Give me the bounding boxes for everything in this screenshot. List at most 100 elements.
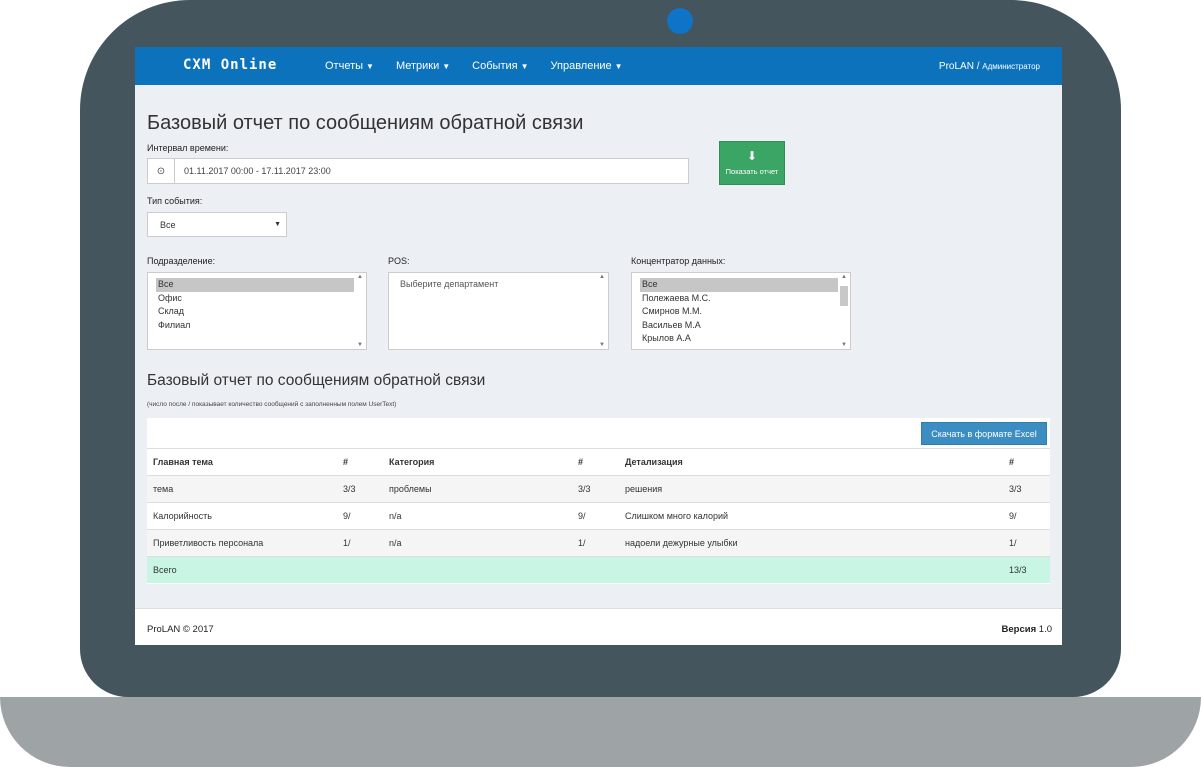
- laptop-base: [0, 697, 1201, 767]
- table-cell: [337, 556, 383, 583]
- table-cell: 1/: [337, 529, 383, 557]
- table-cell: [383, 556, 572, 583]
- chevron-down-icon: ▼: [274, 221, 281, 228]
- total-label: Всего: [147, 556, 337, 583]
- col-header-count[interactable]: #: [1003, 448, 1050, 476]
- menu-metrics[interactable]: Метрики ▼: [396, 60, 450, 72]
- scroll-thumb[interactable]: [840, 286, 848, 306]
- total-value: 13/3: [1003, 556, 1050, 583]
- table-cell: тема: [147, 475, 337, 503]
- main-menu: Отчеты ▼ Метрики ▼ События ▼ Управление ▼: [325, 47, 645, 85]
- hub-label: Концентратор данных:: [631, 256, 726, 266]
- clock-icon: ⊙: [148, 159, 175, 183]
- menu-management[interactable]: Управление ▼: [551, 60, 623, 72]
- caret-down-icon: ▼: [366, 62, 374, 71]
- table-row: Приветливость персонала 1/ n/a 1/ надоел…: [147, 529, 1050, 557]
- show-report-button[interactable]: ⬇ Показать отчет: [719, 141, 785, 185]
- division-label: Подразделение:: [147, 256, 216, 266]
- col-header-topic[interactable]: Главная тема: [147, 448, 337, 476]
- hub-scrollbar[interactable]: ▲ ▼: [839, 274, 849, 348]
- table-cell: Слишком много калорий: [619, 502, 1003, 530]
- user-menu[interactable]: ProLAN / Администратор: [939, 61, 1040, 72]
- version-label: Версия: [1001, 624, 1037, 635]
- division-option[interactable]: Офис: [156, 292, 354, 306]
- menu-reports-label: Отчеты: [325, 60, 364, 72]
- event-type-label: Тип события:: [147, 196, 203, 206]
- division-listbox[interactable]: Все Офис Склад Филиал ▲ ▼: [147, 272, 367, 350]
- pos-scrollbar[interactable]: ▲ ▼: [597, 274, 607, 348]
- download-excel-button[interactable]: Скачать в формате Excel: [921, 422, 1047, 445]
- app-screen: CXM Online Отчеты ▼ Метрики ▼ События ▼ Упр…: [135, 47, 1062, 645]
- event-type-value: Все: [160, 219, 176, 230]
- col-header-count[interactable]: #: [337, 448, 383, 476]
- table-header-row: Главная тема # Категория # Детализация #: [147, 448, 1050, 476]
- interval-value: 01.11.2017 00:00 - 17.11.2017 23:00: [184, 166, 331, 176]
- scroll-down-icon[interactable]: ▼: [597, 342, 607, 348]
- col-header-count[interactable]: #: [572, 448, 619, 476]
- table-cell: 9/: [572, 502, 619, 530]
- caret-down-icon: ▼: [442, 62, 451, 71]
- top-navbar: CXM Online Отчеты ▼ Метрики ▼ События ▼ Упр…: [135, 47, 1062, 85]
- pos-placeholder: Выберите департамент: [400, 279, 499, 289]
- table-cell: n/a: [383, 502, 572, 530]
- menu-events[interactable]: События ▼: [472, 60, 528, 72]
- caret-down-icon: ▼: [614, 62, 623, 71]
- scroll-down-icon[interactable]: ▼: [839, 342, 849, 348]
- interval-label: Интервал времени:: [147, 143, 229, 153]
- division-option[interactable]: Филиал: [156, 319, 354, 333]
- menu-metrics-label: Метрики: [395, 60, 440, 72]
- table-cell: проблемы: [383, 475, 572, 503]
- copyright: ProLAN © 2017: [147, 624, 214, 635]
- footer: ProLAN © 2017 Версия 1.0: [135, 608, 1062, 645]
- interval-field[interactable]: ⊙ 01.11.2017 00:00 - 17.11.2017 23:00: [147, 158, 689, 184]
- pos-label: POS:: [388, 256, 410, 266]
- hub-option[interactable]: Васильев М.А: [640, 319, 838, 333]
- scroll-up-icon[interactable]: ▲: [839, 274, 849, 280]
- report-table: Главная тема # Категория # Детализация #…: [147, 448, 1050, 583]
- table-cell: 9/: [1003, 502, 1050, 530]
- table-cell: 3/3: [337, 475, 383, 503]
- hub-option[interactable]: Все: [640, 278, 838, 292]
- col-header-category[interactable]: Категория: [383, 448, 572, 476]
- camera-icon: [667, 8, 693, 34]
- report-note: (число после / показывает количество соо…: [147, 401, 397, 408]
- table-cell: 1/: [572, 529, 619, 557]
- hub-option[interactable]: Смирнов М.М.: [640, 305, 838, 319]
- event-type-select[interactable]: Все ▼: [147, 212, 287, 237]
- col-header-detail[interactable]: Детализация: [619, 448, 1003, 476]
- table-cell: решения: [619, 475, 1003, 503]
- table-cell: [572, 556, 619, 583]
- show-report-label: Показать отчет: [725, 167, 779, 176]
- caret-down-icon: ▼: [520, 62, 529, 71]
- division-option[interactable]: Склад: [156, 305, 354, 319]
- user-role: Администратор: [982, 62, 1040, 71]
- report-panel: Скачать в формате Excel Главная тема # К…: [147, 418, 1050, 584]
- table-cell: n/a: [383, 529, 572, 557]
- hub-option[interactable]: Полежаева М.С.: [640, 292, 838, 306]
- table-row: Калорийность 9/ n/a 9/ Слишком много кал…: [147, 502, 1050, 530]
- division-option[interactable]: Все: [156, 278, 354, 292]
- scroll-down-icon[interactable]: ▼: [355, 342, 365, 348]
- menu-events-label: События: [472, 60, 518, 72]
- table-cell: Калорийность: [147, 502, 337, 530]
- table-cell: Приветливость персонала: [147, 529, 337, 557]
- brand-logo[interactable]: CXM Online: [183, 57, 277, 73]
- report-title: Базовый отчет по сообщениям обратной свя…: [147, 372, 486, 389]
- division-scrollbar[interactable]: ▲ ▼: [355, 274, 365, 348]
- table-cell: 9/: [337, 502, 383, 530]
- table-row: тема 3/3 проблемы 3/3 решения 3/3: [147, 475, 1050, 503]
- table-cell: надоели дежурные улыбки: [619, 529, 1003, 557]
- page-title: Базовый отчет по сообщениям обратной свя…: [147, 112, 584, 134]
- hub-option[interactable]: Крылов А.А: [640, 332, 838, 346]
- menu-management-label: Управление: [550, 60, 612, 72]
- pos-listbox[interactable]: Выберите департамент ▲ ▼: [388, 272, 609, 350]
- table-cell: 3/3: [572, 475, 619, 503]
- scroll-up-icon[interactable]: ▲: [355, 274, 365, 280]
- table-cell: 1/: [1003, 529, 1050, 557]
- menu-reports[interactable]: Отчеты ▼: [325, 60, 374, 72]
- version-value: 1.0: [1038, 624, 1052, 635]
- table-total-row: Всего 13/3: [147, 556, 1050, 583]
- download-icon: ⬇: [746, 149, 758, 163]
- hub-listbox[interactable]: Все Полежаева М.С. Смирнов М.М. Васильев…: [631, 272, 851, 350]
- scroll-up-icon[interactable]: ▲: [597, 274, 607, 280]
